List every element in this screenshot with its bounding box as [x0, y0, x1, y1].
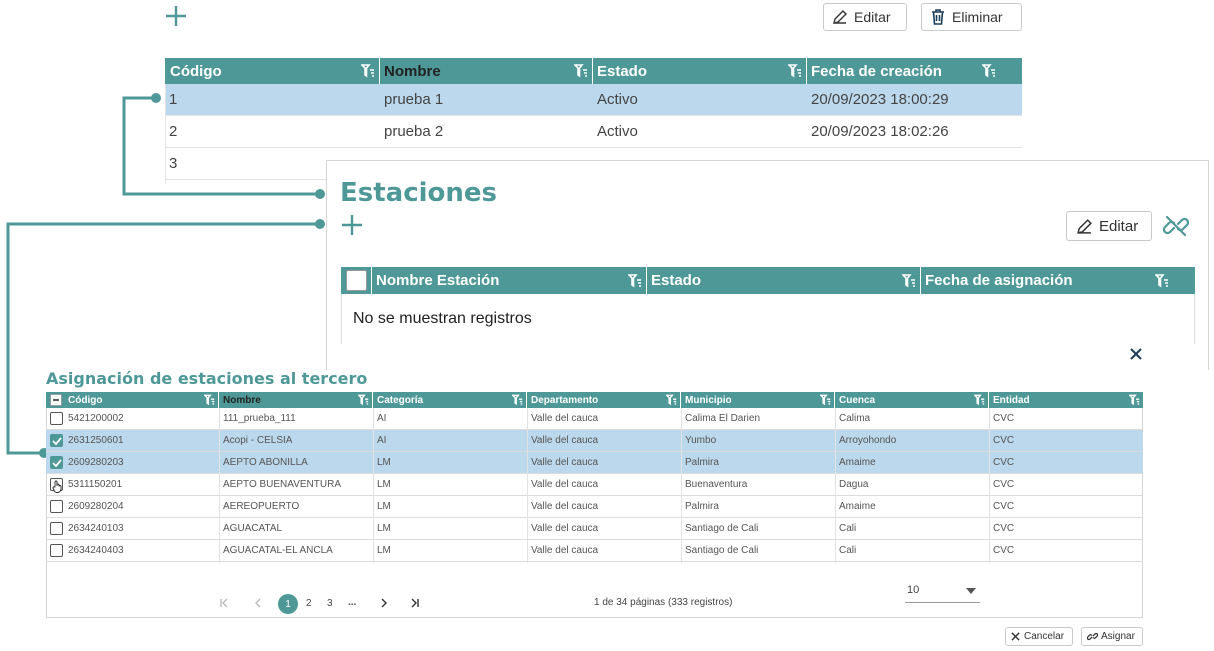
filter-icon[interactable]	[204, 394, 215, 406]
pager-next-icon[interactable]	[378, 597, 390, 609]
filter-icon[interactable]	[361, 64, 375, 78]
cancel-label: Cancelar	[1024, 631, 1065, 642]
filter-icon[interactable]	[1155, 273, 1169, 288]
filter-icon[interactable]	[666, 394, 677, 406]
stations-grid-header: Nombre Estación Estado Fecha de asignaci…	[341, 267, 1195, 294]
close-icon[interactable]	[1129, 347, 1143, 361]
col-nombre[interactable]: Nombre	[380, 58, 593, 84]
top-grid-left-border	[165, 84, 166, 184]
pager-page-3[interactable]: 3	[327, 598, 333, 609]
link-icon	[1087, 631, 1098, 642]
col-entidad[interactable]: Entidad	[989, 392, 1143, 408]
filter-icon[interactable]	[974, 394, 985, 406]
cell-fecha: 20/09/2023 18:02:26	[811, 123, 949, 140]
filter-icon[interactable]	[820, 394, 831, 406]
cell-codigo: 2	[169, 123, 178, 140]
assign-label: Asignar	[1101, 631, 1135, 642]
modal-grid-dividers	[219, 408, 990, 563]
select-all-checkbox[interactable]	[345, 270, 367, 291]
pencil-icon	[832, 9, 848, 25]
col-estado[interactable]: Estado	[647, 267, 921, 294]
cell-estado: Activo	[597, 91, 638, 108]
modal-title: Asignación de estaciones al tercero	[46, 369, 368, 388]
col-cuenca[interactable]: Cuenca	[835, 392, 989, 408]
col-select-all[interactable]	[341, 267, 372, 294]
cell-nombre: prueba 2	[384, 123, 444, 140]
add-icon[interactable]	[165, 5, 187, 27]
filter-icon[interactable]	[358, 394, 369, 406]
col-municipio[interactable]: Municipio	[681, 392, 835, 408]
delete-button-label: Eliminar	[952, 9, 1003, 25]
pager-prev-icon[interactable]	[252, 597, 264, 609]
pager-page-2[interactable]: 2	[306, 598, 312, 609]
col-nombre-estacion[interactable]: Nombre Estación	[372, 267, 647, 294]
filter-icon[interactable]	[902, 273, 916, 288]
filter-icon[interactable]	[1129, 394, 1140, 406]
pager-last-icon[interactable]	[409, 597, 421, 609]
edit-button-label: Editar	[854, 9, 891, 25]
add-station-icon[interactable]	[341, 214, 363, 236]
cell-fecha: 20/09/2023 18:00:29	[811, 91, 949, 108]
table-row[interactable]: 1 prueba 1 Activo 20/09/2023 18:00:29	[165, 84, 1022, 116]
col-codigo[interactable]: Código	[46, 392, 219, 408]
top-grid-header: Código Nombre Estado Fecha de creación	[165, 58, 1022, 84]
delete-button[interactable]: Eliminar	[921, 3, 1022, 31]
pager-ellipsis[interactable]: ...	[348, 597, 356, 608]
edit-button[interactable]: Editar	[823, 3, 907, 31]
pencil-icon	[1076, 218, 1093, 235]
pager-page-current[interactable]: 1	[278, 594, 298, 614]
cell-estado: Activo	[597, 123, 638, 140]
modal-grid-header: Código Nombre Categoría Departamento Mun…	[46, 392, 1143, 408]
cell-nombre: prueba 1	[384, 91, 444, 108]
cell-codigo: 1	[169, 91, 178, 108]
assign-button[interactable]: Asignar	[1081, 627, 1143, 646]
col-departamento[interactable]: Departamento	[527, 392, 681, 408]
edit-stations-label: Editar	[1099, 217, 1139, 235]
filter-icon[interactable]	[982, 64, 996, 78]
filter-icon[interactable]	[788, 64, 802, 78]
page-size-select[interactable]: 10	[905, 581, 980, 603]
col-nombre[interactable]: Nombre	[219, 392, 373, 408]
trash-icon	[930, 9, 946, 25]
cancel-button[interactable]: Cancelar	[1005, 627, 1073, 646]
stations-title: Estaciones	[340, 178, 498, 208]
close-x-icon	[1011, 632, 1020, 641]
stations-empty-text: No se muestran registros	[353, 310, 532, 327]
col-codigo[interactable]: Código	[165, 58, 380, 84]
col-fecha-asignacion[interactable]: Fecha de asignación	[921, 267, 1195, 294]
col-estado[interactable]: Estado	[593, 58, 807, 84]
pager-info: 1 de 34 páginas (333 registros)	[594, 597, 733, 608]
edit-stations-button[interactable]: Editar	[1066, 211, 1152, 241]
stations-panel: Estaciones Editar Nombre Estación Estado…	[326, 160, 1209, 370]
table-row[interactable]: 2 prueba 2 Activo 20/09/2023 18:02:26	[165, 116, 1022, 148]
filter-icon[interactable]	[628, 273, 642, 288]
select-all-checkbox[interactable]	[50, 394, 62, 406]
col-fecha-creacion[interactable]: Fecha de creación	[807, 58, 1022, 84]
page-size-value: 10	[907, 584, 920, 596]
col-categoria[interactable]: Categoría	[373, 392, 527, 408]
filter-icon[interactable]	[574, 64, 588, 78]
filter-icon[interactable]	[512, 394, 523, 406]
caret-down-icon	[966, 588, 976, 594]
pager-first-icon[interactable]	[218, 597, 230, 609]
link-icon[interactable]	[1163, 213, 1189, 239]
